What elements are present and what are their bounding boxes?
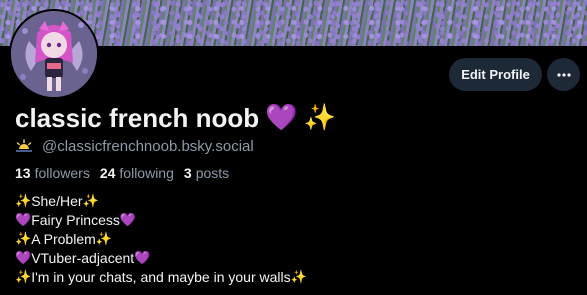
sparkles-icon: ✨ (290, 270, 307, 285)
display-name-text: classic french noob (15, 102, 260, 133)
following-label: following (119, 165, 174, 181)
bio-line: ✨ She/Her ✨ (15, 192, 307, 211)
bio-line-text: She/Her (31, 193, 83, 209)
followers-count: 13 (15, 165, 31, 181)
following-count: 24 (99, 165, 116, 181)
bio-line: ✨ I'm in your chats, and maybe in your wa… (15, 268, 307, 287)
purple-heart-icon: 💜 (119, 213, 137, 228)
handle-row: @classicfrenchnoob.bsky.social (15, 136, 254, 156)
sparkles-icon: ✨ (15, 232, 32, 247)
posts-stat: 3 posts (184, 165, 229, 181)
posts-label: posts (195, 165, 230, 181)
bio-line: ✨ A Problem ✨ (15, 230, 307, 249)
purple-heart-icon: 💜 (134, 251, 151, 266)
edit-profile-button[interactable]: Edit Profile (449, 58, 542, 91)
profile-avatar[interactable] (9, 9, 99, 99)
bio-line-text: VTuber-adjacent (31, 250, 135, 266)
posts-count: 3 (183, 165, 192, 181)
purple-heart-icon: 💜 (15, 213, 32, 228)
bio-line-text: A Problem (31, 231, 96, 247)
profile-stats: 13 followers 24 following 3 posts (15, 163, 239, 183)
bio-line: 💜 VTuber-adjacent 💜 (15, 249, 307, 268)
bio-line: 💜 Fairy Princess 💜 (15, 211, 307, 230)
profile-bio: ✨ She/Her ✨ 💜 Fairy Princess 💜 ✨ A Problem ✨ 💜… (15, 192, 307, 287)
more-options-button[interactable] (547, 58, 580, 91)
bio-line-text: Fairy Princess (31, 212, 120, 228)
sparkles-icon: ✨ (15, 194, 32, 209)
followers-link[interactable]: 13 followers (15, 165, 90, 181)
sparkles-icon: ✨ (82, 194, 99, 209)
sparkles-icon: ✨ (15, 270, 32, 285)
bio-line-text: I'm in your chats, and maybe in your wal… (31, 269, 291, 285)
purple-heart-icon: 💜 (15, 251, 32, 266)
purple-heart-icon: 💜 (265, 103, 298, 133)
sparkles-icon: ✨ (95, 232, 112, 247)
sparkles-icon: ✨ (303, 103, 336, 133)
followers-label: followers (34, 165, 90, 181)
display-name: classic french noob 💜 ✨ (15, 100, 336, 136)
following-link[interactable]: 24 following (100, 165, 174, 181)
profile-handle[interactable]: @classicfrenchnoob.bsky.social (42, 138, 254, 155)
sunset-icon (16, 139, 32, 152)
ellipsis-icon (556, 72, 571, 77)
